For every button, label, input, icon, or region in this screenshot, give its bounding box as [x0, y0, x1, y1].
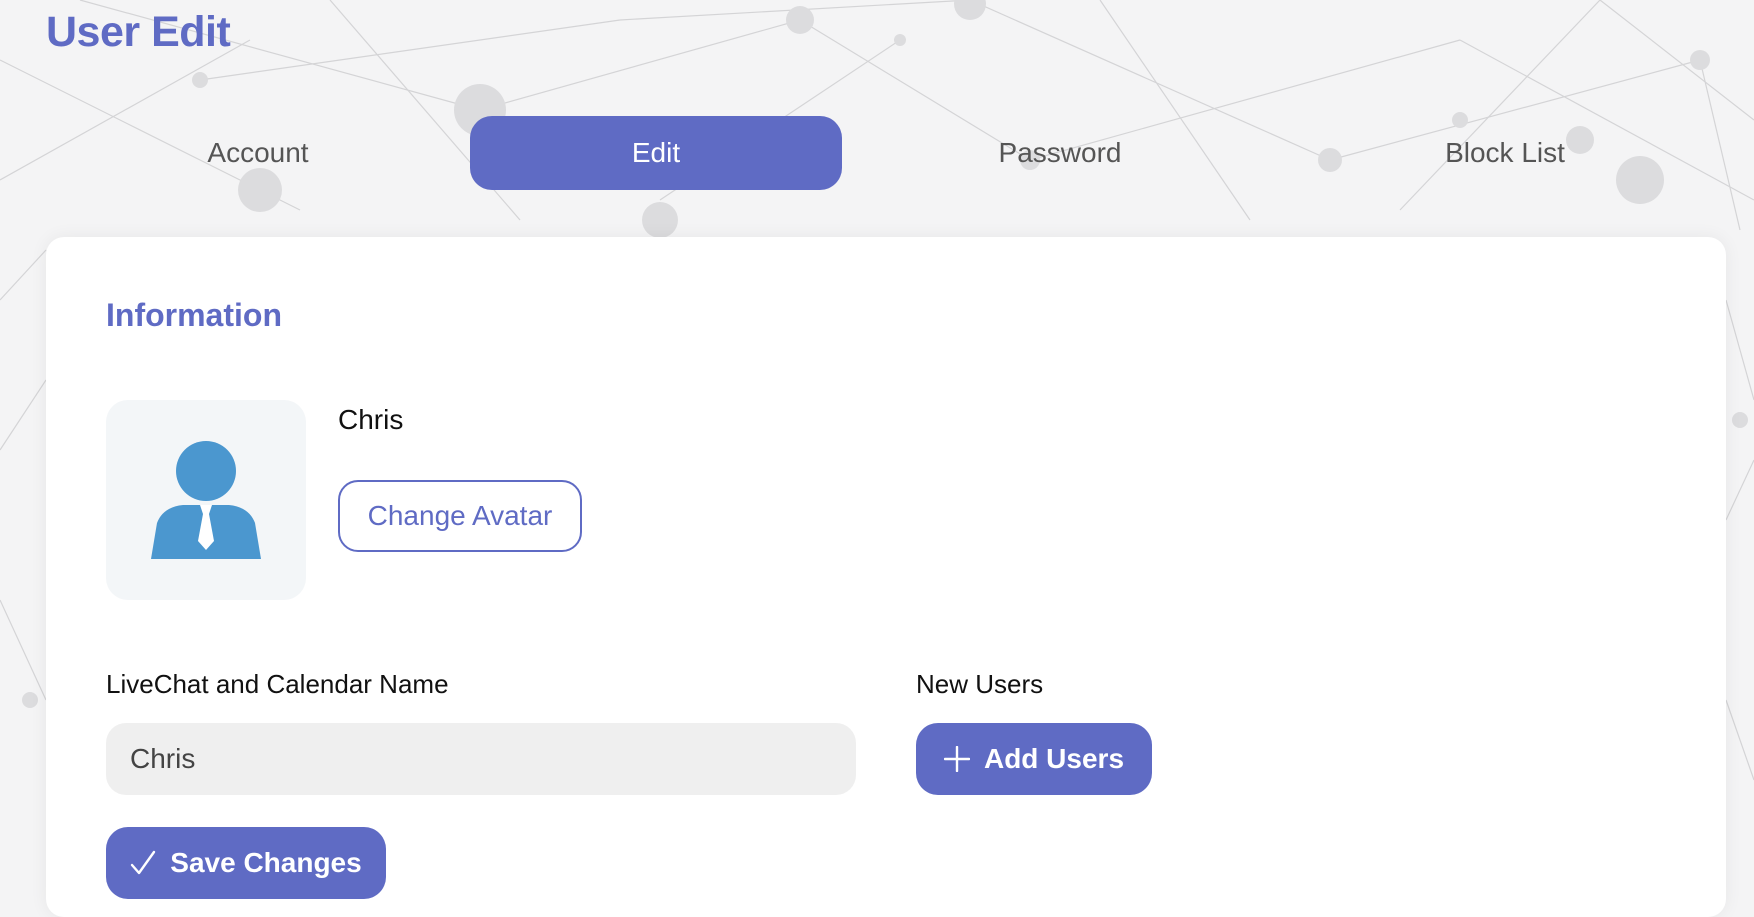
avatar	[106, 400, 306, 600]
plus-icon	[943, 746, 970, 772]
section-title: Information	[106, 297, 282, 333]
information-card: Information Chris Change Avatar LiveChat…	[46, 237, 1726, 917]
add-users-label: Add Users	[983, 743, 1125, 774]
page-title: User Edit	[46, 8, 231, 56]
tab-bar: Account Edit Password Block List	[0, 116, 1754, 190]
save-changes-button[interactable]: Save Changes	[106, 827, 386, 899]
tab-edit[interactable]: Edit	[470, 116, 842, 190]
user-name: Chris	[338, 404, 404, 435]
change-avatar-button[interactable]: Change Avatar	[338, 480, 582, 552]
tab-block-list[interactable]: Block List	[1410, 116, 1600, 190]
check-icon	[130, 850, 156, 876]
save-changes-label: Save Changes	[170, 847, 362, 878]
tab-password[interactable]: Password	[960, 116, 1160, 190]
user-avatar-icon	[151, 441, 261, 559]
tab-account[interactable]: Account	[170, 116, 346, 190]
livechat-name-label: LiveChat and Calendar Name	[106, 669, 449, 699]
add-users-button[interactable]: Add Users	[916, 723, 1152, 795]
new-users-label: New Users	[916, 669, 1044, 699]
livechat-name-input[interactable]	[106, 723, 856, 795]
